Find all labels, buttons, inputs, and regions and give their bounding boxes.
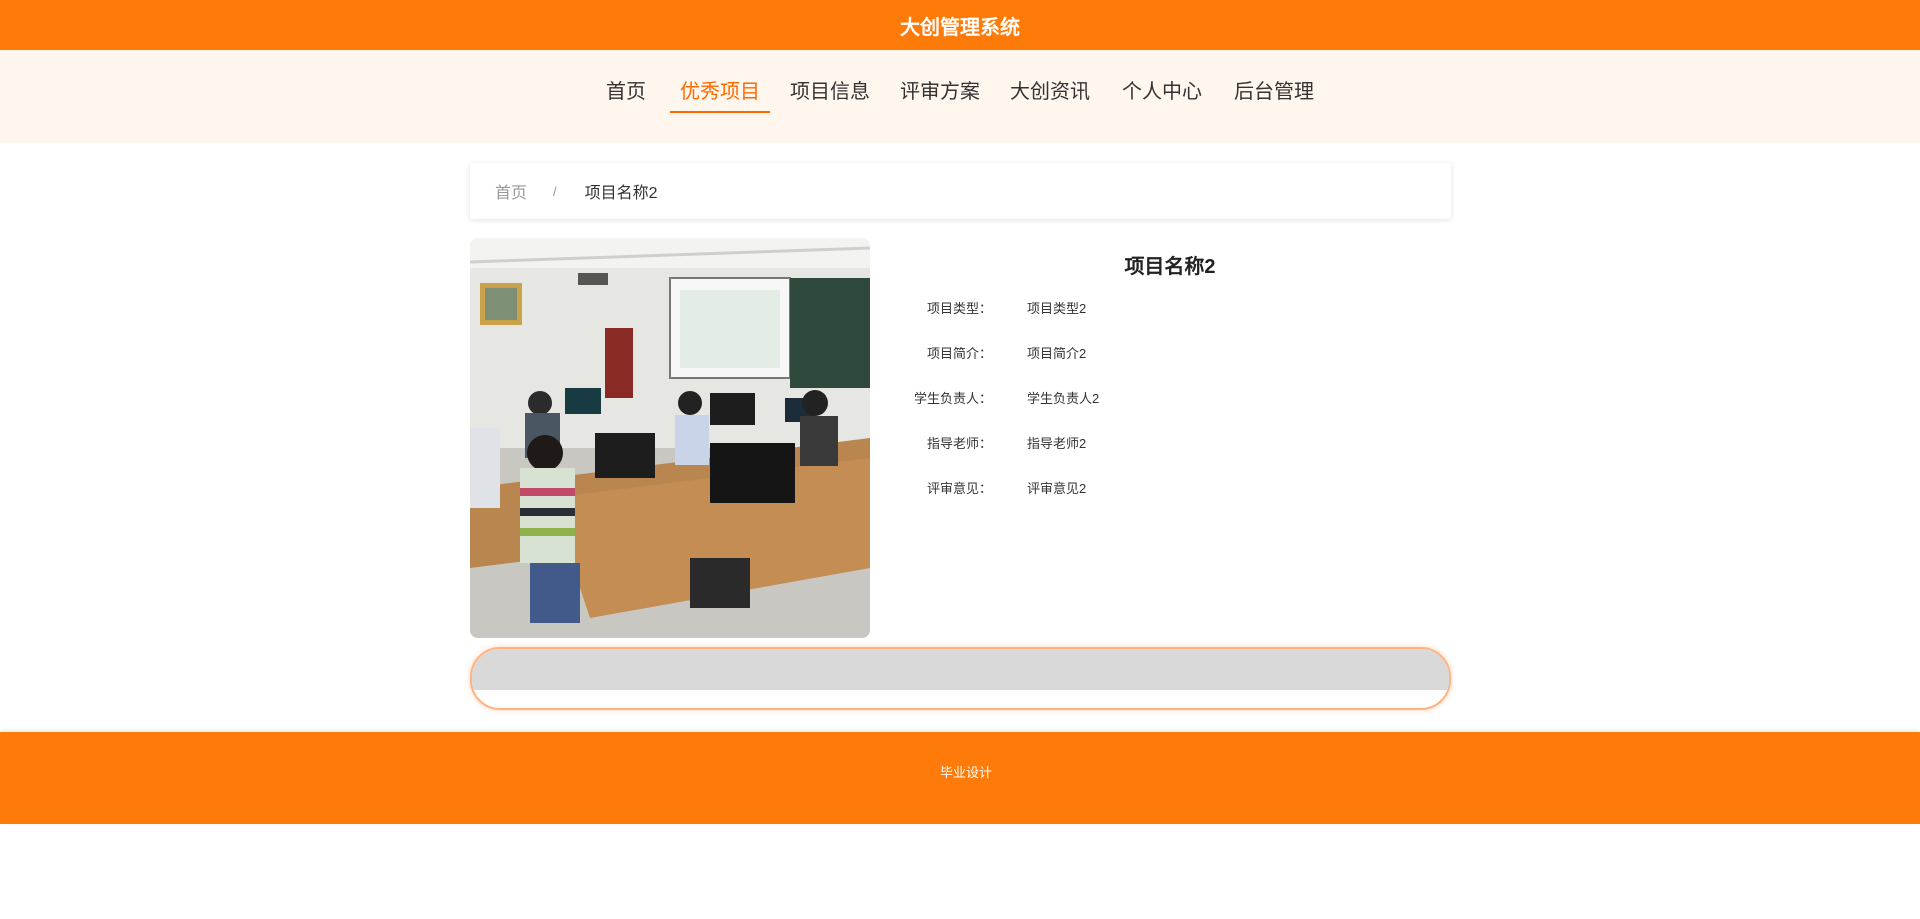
field-value: 评审意见2: [1027, 481, 1087, 496]
field-advisor: 指导老师： 指导老师2: [900, 433, 1086, 453]
field-label: 项目类型：: [926, 301, 992, 316]
footer-text: 毕业设计: [939, 765, 992, 780]
nav-item-personal-center[interactable]: 个人中心: [1112, 74, 1212, 112]
field-student-leader: 学生负责人： 学生负责人2: [900, 388, 1099, 408]
field-value: 项目简介2: [1027, 346, 1087, 361]
panel-header-bar: [472, 649, 1449, 690]
field-project-intro: 项目简介： 项目简介2: [900, 343, 1086, 363]
top-header-bar: 大创管理系统: [0, 0, 1920, 50]
breadcrumb-current: 项目名称2: [584, 185, 658, 202]
breadcrumb: 首页 / 项目名称2: [470, 163, 1451, 219]
field-label: 学生负责人：: [913, 391, 992, 406]
nav-item-admin[interactable]: 后台管理: [1224, 74, 1324, 112]
field-review-opinion: 评审意见： 评审意见2: [900, 478, 1086, 498]
app-title: 大创管理系统: [900, 16, 1020, 39]
project-detail: 项目名称2 项目类型： 项目类型2 项目简介： 项目简介2 学生负责人： 学生负…: [900, 238, 1451, 638]
nav-item-review-plan[interactable]: 评审方案: [890, 74, 990, 112]
footer: 毕业设计: [0, 732, 1920, 824]
field-project-type: 项目类型： 项目类型2: [900, 298, 1086, 318]
nav-item-home[interactable]: 首页: [596, 74, 656, 112]
project-image: [470, 238, 870, 638]
field-label: 评审意见：: [926, 481, 992, 496]
nav-item-news[interactable]: 大创资讯: [1000, 74, 1100, 112]
field-label: 指导老师：: [926, 436, 992, 451]
field-value: 项目类型2: [1027, 301, 1087, 316]
nav-item-excellent-projects[interactable]: 优秀项目: [670, 74, 770, 113]
nav-item-project-info[interactable]: 项目信息: [780, 74, 880, 112]
main-nav: 首页 优秀项目 项目信息 评审方案 大创资讯 个人中心 后台管理: [0, 50, 1920, 143]
field-value: 学生负责人2: [1027, 391, 1100, 406]
breadcrumb-separator: /: [553, 183, 557, 199]
detail-content-panel: [470, 647, 1451, 710]
classroom-photo-illustration: [470, 238, 870, 638]
field-value: 指导老师2: [1027, 436, 1087, 451]
breadcrumb-home-link[interactable]: 首页: [495, 179, 527, 203]
field-label: 项目简介：: [926, 346, 992, 361]
project-title: 项目名称2: [1124, 256, 1216, 278]
